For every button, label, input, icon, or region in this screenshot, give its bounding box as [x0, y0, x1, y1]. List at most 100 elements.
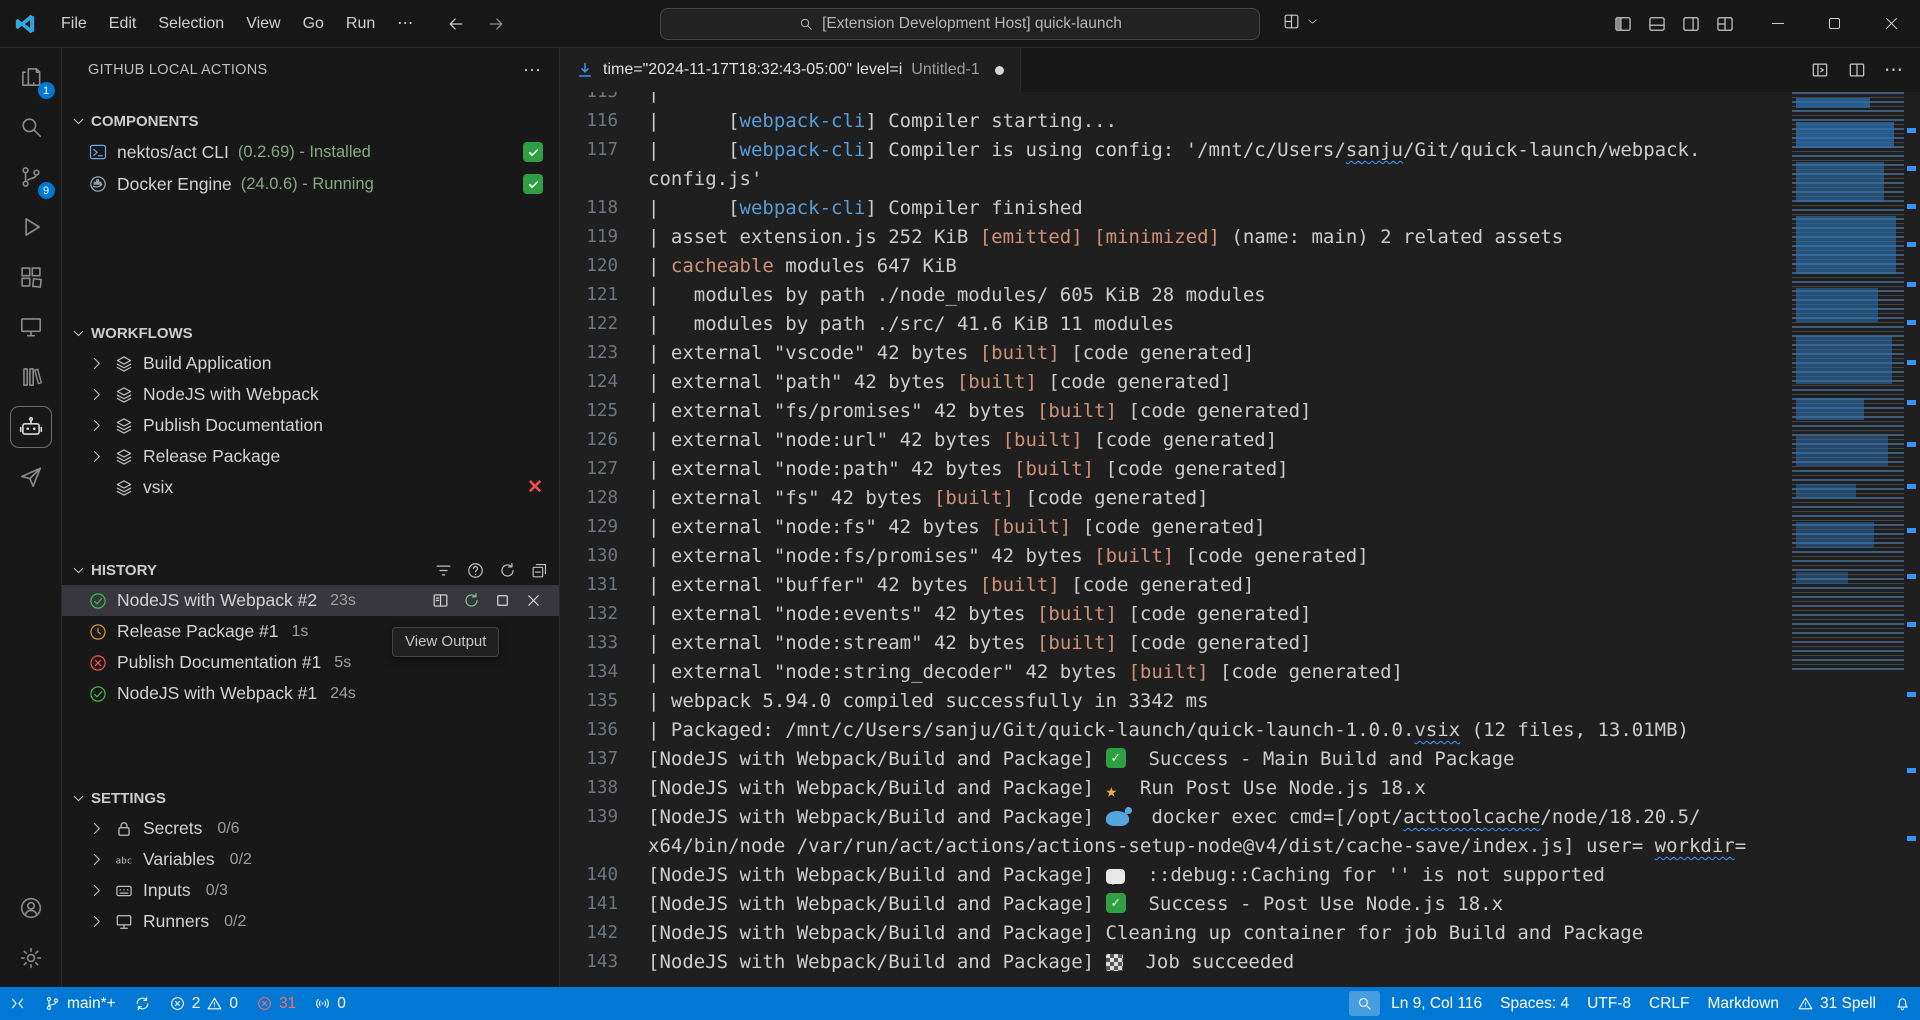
code-line[interactable]: x64/bin/node /var/run/act/actions/action…	[560, 832, 1778, 861]
filter-icon[interactable]	[434, 561, 453, 580]
code-line[interactable]: 130| external "node:fs/promises" 42 byte…	[560, 542, 1778, 571]
maximize-button[interactable]	[1806, 0, 1863, 47]
indentation[interactable]: Spaces: 4	[1491, 987, 1578, 1020]
code-line[interactable]: config.js'	[560, 165, 1778, 194]
minimap[interactable]	[1792, 92, 1904, 672]
tab-untitled-1[interactable]: time="2024-11-17T18:32:43-05:00" level=i…	[560, 48, 1021, 92]
settings-inputs[interactable]: Inputs 0/3	[62, 875, 559, 906]
explorer-icon[interactable]: 1	[0, 52, 62, 102]
customize-layout-icon[interactable]	[1715, 14, 1735, 34]
sync-button[interactable]	[125, 987, 160, 1020]
code-line[interactable]: 129| external "node:fs" 42 bytes [built]…	[560, 513, 1778, 542]
code-line[interactable]: 116| [webpack-cli] Compiler starting...	[560, 107, 1778, 136]
forward-button[interactable]	[486, 14, 506, 34]
encoding[interactable]: UTF-8	[1578, 987, 1640, 1020]
code-line[interactable]: 141[NodeJS with Webpack/Build and Packag…	[560, 890, 1778, 919]
code-line[interactable]: 136| Packaged: /mnt/c/Users/sanju/Git/qu…	[560, 716, 1778, 745]
github-local-actions-icon[interactable]	[0, 402, 62, 452]
code-line[interactable]: 125| external "fs/promises" 42 bytes [bu…	[560, 397, 1778, 426]
editor-pane[interactable]: 115|116| [webpack-cli] Compiler starting…	[560, 92, 1920, 987]
open-changes-icon[interactable]	[1810, 60, 1830, 80]
menu-more[interactable]: ⋯	[386, 9, 424, 39]
spell-status[interactable]: 31 Spell	[1788, 987, 1885, 1020]
extensions-icon[interactable]	[0, 252, 62, 302]
menu-run[interactable]: Run	[335, 9, 386, 39]
language-mode[interactable]: Markdown	[1698, 987, 1788, 1020]
stop-button[interactable]	[493, 591, 512, 610]
code-line[interactable]: 119| asset extension.js 252 KiB [emitted…	[560, 223, 1778, 252]
branch-status[interactable]: main*+	[35, 987, 125, 1020]
menu-file[interactable]: File	[50, 9, 98, 39]
send-icon[interactable]	[0, 452, 62, 502]
layout-profile-dropdown[interactable]	[1282, 12, 1319, 31]
code-line[interactable]: 124| external "path" 42 bytes [built] [c…	[560, 368, 1778, 397]
problems-status[interactable]: 2 0	[160, 987, 247, 1020]
settings-runners[interactable]: Runners 0/2	[62, 906, 559, 937]
workflow-release-package[interactable]: Release Package	[62, 441, 559, 472]
code-line[interactable]: 126| external "node:url" 42 bytes [built…	[560, 426, 1778, 455]
remote-explorer-icon[interactable]	[0, 302, 62, 352]
code-line[interactable]: 115|	[560, 92, 1778, 107]
cursor-position[interactable]: Ln 9, Col 116	[1382, 987, 1491, 1020]
notifications-bell-icon[interactable]	[1885, 987, 1920, 1020]
menu-edit[interactable]: Edit	[98, 9, 148, 39]
code-line[interactable]: 121| modules by path ./node_modules/ 605…	[560, 281, 1778, 310]
section-history[interactable]: HISTORY	[62, 555, 559, 585]
workflow-publish-documentation[interactable]: Publish Documentation	[62, 410, 559, 441]
accounts-icon[interactable]	[0, 883, 62, 933]
history-item-nodejs-webpack-1[interactable]: NodeJS with Webpack #1 24s	[62, 678, 559, 709]
run-debug-icon[interactable]	[0, 202, 62, 252]
menu-selection[interactable]: Selection	[147, 9, 235, 39]
spell-error-count[interactable]: 31	[247, 987, 305, 1020]
code-line[interactable]: 143[NodeJS with Webpack/Build and Packag…	[560, 948, 1778, 977]
section-workflows[interactable]: WORKFLOWS	[62, 318, 559, 348]
sidebar-more-actions[interactable]: ⋯	[523, 60, 541, 81]
toggle-secondary-sidebar-icon[interactable]	[1681, 14, 1701, 34]
minimize-button[interactable]	[1749, 0, 1806, 47]
search-view-icon[interactable]	[0, 102, 62, 152]
eol-sequence[interactable]: CRLF	[1640, 987, 1698, 1020]
code-line[interactable]: 128| external "fs" 42 bytes [built] [cod…	[560, 484, 1778, 513]
code-line[interactable]: 127| external "node:path" 42 bytes [buil…	[560, 455, 1778, 484]
workflow-nodejs-webpack[interactable]: NodeJS with Webpack	[62, 379, 559, 410]
menu-view[interactable]: View	[235, 9, 291, 39]
library-icon[interactable]	[0, 352, 62, 402]
code-line[interactable]: 137[NodeJS with Webpack/Build and Packag…	[560, 745, 1778, 774]
rerun-button[interactable]	[462, 591, 481, 610]
section-settings[interactable]: SETTINGS	[62, 783, 559, 813]
code-line[interactable]: 117| [webpack-cli] Compiler is using con…	[560, 136, 1778, 165]
code-line[interactable]: 140[NodeJS with Webpack/Build and Packag…	[560, 861, 1778, 890]
code-line[interactable]: 118| [webpack-cli] Compiler finished	[560, 194, 1778, 223]
code-line[interactable]: 122| modules by path ./src/ 41.6 KiB 11 …	[560, 310, 1778, 339]
back-button[interactable]	[446, 14, 466, 34]
code-line[interactable]: 123| external "vscode" 42 bytes [built] …	[560, 339, 1778, 368]
workflow-vsix[interactable]: vsix ✕	[62, 472, 559, 503]
view-output-button[interactable]	[431, 591, 450, 610]
overview-ruler[interactable]	[1904, 92, 1920, 987]
menu-go[interactable]: Go	[292, 9, 335, 39]
component-act-cli[interactable]: nektos/act CLI (0.2.69) - Installed	[62, 136, 559, 168]
toggle-panel-icon[interactable]	[1647, 14, 1667, 34]
modified-indicator[interactable]	[995, 66, 1004, 75]
code-line[interactable]: 134| external "node:string_decoder" 42 b…	[560, 658, 1778, 687]
section-components[interactable]: COMPONENTS	[62, 106, 559, 136]
code-line[interactable]: 139[NodeJS with Webpack/Build and Packag…	[560, 803, 1778, 832]
code-line[interactable]: 135| webpack 5.94.0 compiled successfull…	[560, 687, 1778, 716]
collapse-all-icon[interactable]	[530, 561, 549, 580]
code-line[interactable]: 120| cacheable modules 647 KiB	[560, 252, 1778, 281]
code-line[interactable]: 138[NodeJS with Webpack/Build and Packag…	[560, 774, 1778, 803]
dismiss-button[interactable]	[524, 591, 543, 610]
source-control-icon[interactable]: 9	[0, 152, 62, 202]
settings-secrets[interactable]: Secrets 0/6	[62, 813, 559, 844]
settings-variables[interactable]: abc Variables 0/2	[62, 844, 559, 875]
close-button[interactable]	[1863, 0, 1920, 47]
code-line[interactable]: 142[NodeJS with Webpack/Build and Packag…	[560, 919, 1778, 948]
code-line[interactable]: 131| external "buffer" 42 bytes [built] …	[560, 571, 1778, 600]
ports-status[interactable]: 0	[305, 987, 355, 1020]
screen-magnifier-indicator[interactable]	[1349, 991, 1380, 1016]
history-item-nodejs-webpack-2[interactable]: NodeJS with Webpack #2 23s	[62, 585, 559, 616]
component-docker-engine[interactable]: Docker Engine (24.0.6) - Running	[62, 168, 559, 200]
more-actions-icon[interactable]: ⋯	[1884, 59, 1904, 82]
code-line[interactable]: 133| external "node:stream" 42 bytes [bu…	[560, 629, 1778, 658]
workflow-build-application[interactable]: Build Application	[62, 348, 559, 379]
